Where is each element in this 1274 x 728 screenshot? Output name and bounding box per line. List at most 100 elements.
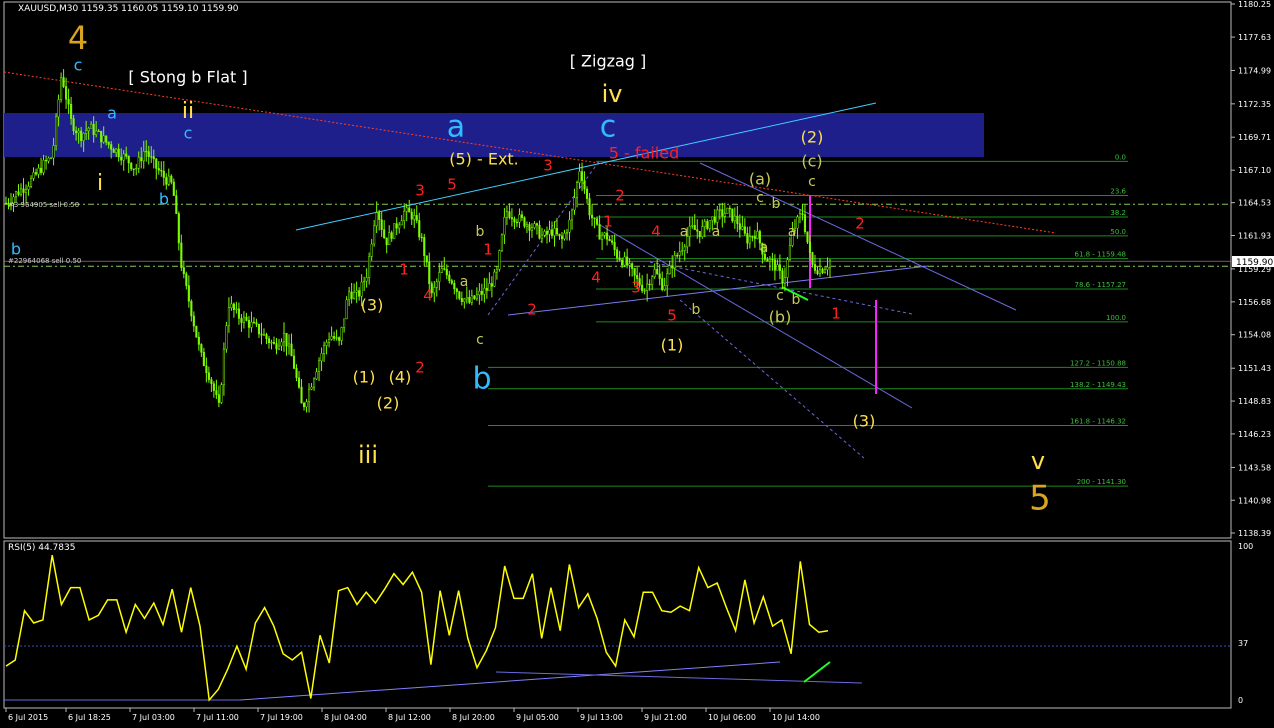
rsi-title: RSI(5) 44.7835 (8, 543, 75, 553)
price-tick-label: 1143.58 (1238, 463, 1271, 472)
wave-label: c (74, 56, 83, 75)
candle-body (27, 186, 30, 190)
candle-body (265, 334, 268, 339)
time-tick-label: 7 Jul 11:00 (196, 713, 239, 722)
candle-body (388, 232, 391, 245)
candle-body (533, 223, 536, 228)
candle-body (82, 133, 85, 141)
candle-body (4, 202, 8, 205)
candle-body (320, 353, 323, 362)
rsi-channel-line (495, 671, 863, 684)
candle-body (483, 287, 486, 295)
wave-label: 3 (631, 279, 641, 297)
candle-body (122, 153, 125, 161)
candle-body (535, 223, 539, 226)
candle-body (285, 333, 288, 347)
candle-body (287, 343, 291, 347)
candle-body (57, 99, 60, 118)
candle-body (543, 231, 546, 236)
wave-label: [ Stong b Flat ] (128, 68, 247, 87)
candle-body (525, 224, 528, 227)
fib-level-label: 200 - 1141.30 (1077, 478, 1126, 486)
price-tick-label: 1140.98 (1238, 496, 1271, 505)
candle-body (726, 207, 729, 214)
candle-body (52, 145, 55, 159)
candle-body (290, 343, 293, 357)
rsi-tick-label: 0 (1238, 696, 1243, 705)
candle-body (295, 368, 298, 379)
wave-label: 1 (603, 213, 613, 231)
time-tick-label: 6 Jul 2015 (8, 713, 48, 722)
candle-body (260, 333, 263, 336)
price-tick-label: 1169.71 (1238, 133, 1271, 142)
candle-body (217, 394, 220, 403)
candle-body (220, 384, 223, 403)
price-chart[interactable]: 1180.25 1177.63 1174.99 1172.35 1169.71 1167.… (0, 0, 1274, 728)
candle-body (340, 327, 343, 341)
candle-body (661, 278, 664, 291)
candle-body (270, 341, 273, 344)
candle-body (475, 294, 478, 299)
candle-body (601, 234, 604, 240)
candle-body (520, 214, 523, 218)
price-tick-label: 1148.83 (1238, 397, 1271, 406)
candle-body (631, 263, 634, 269)
candle-body (348, 291, 351, 301)
candle-body (550, 229, 554, 236)
candle-body (170, 175, 173, 183)
candle-body (718, 209, 721, 211)
candle-body (488, 283, 491, 291)
candle-body (190, 300, 193, 317)
candle-body (518, 214, 521, 223)
candle-body (120, 156, 123, 161)
candle-body (500, 234, 503, 251)
rsi-tick-label: 100 (1238, 542, 1253, 551)
candle-body (783, 277, 786, 284)
candle-body (565, 231, 569, 234)
candle-body (35, 172, 38, 175)
wave-label: (1) (353, 368, 376, 387)
rsi-support-line (239, 661, 781, 701)
wave-label: (a) (749, 170, 771, 189)
candle-body (292, 355, 296, 369)
price-tick-label: 1151.43 (1238, 364, 1271, 373)
candle-body (813, 264, 817, 271)
candle-body (62, 77, 65, 87)
candle-body (215, 390, 218, 395)
candle-body (232, 303, 235, 310)
wave-label: a (460, 274, 469, 290)
candle-body (255, 322, 258, 325)
time-tick-label: 7 Jul 03:00 (132, 713, 175, 722)
candle-body (140, 157, 143, 162)
wave-label: c (476, 332, 484, 348)
time-tick-label: 8 Jul 04:00 (324, 713, 367, 722)
candle-body (596, 218, 599, 225)
wave-label: b (476, 224, 485, 240)
candle-body (681, 250, 684, 252)
candle-body (368, 256, 371, 278)
price-tick-label: 1174.99 (1238, 66, 1271, 75)
candle-body (107, 141, 110, 145)
candle-body (145, 150, 148, 153)
candle-body (558, 233, 561, 237)
candle-body (423, 237, 426, 256)
candle-body (192, 315, 195, 327)
candle-body (801, 213, 804, 215)
candle-body (77, 130, 80, 134)
candle-body (498, 250, 501, 270)
candle-body (626, 256, 629, 266)
wave-annotations: 4c[ Stong b Flat ]iicaibba[ Zigzag ]ivc5… (11, 19, 1051, 519)
time-axis: 6 Jul 2015 6 Jul 18:25 7 Jul 03:00 7 Jul 11… (5, 708, 820, 722)
candle-body (751, 236, 754, 238)
candle-body (458, 291, 461, 299)
candle-body (731, 208, 734, 222)
candle-body (676, 255, 679, 257)
candle-body (405, 207, 408, 212)
candle-body (613, 242, 616, 250)
price-tick-label: 1138.39 (1238, 529, 1271, 538)
wave-label: 1 (831, 305, 841, 323)
rsi-trend-lines (4, 661, 863, 701)
wave-label: 4 (591, 269, 601, 287)
candle-body (821, 269, 824, 274)
candle-body (671, 265, 674, 269)
